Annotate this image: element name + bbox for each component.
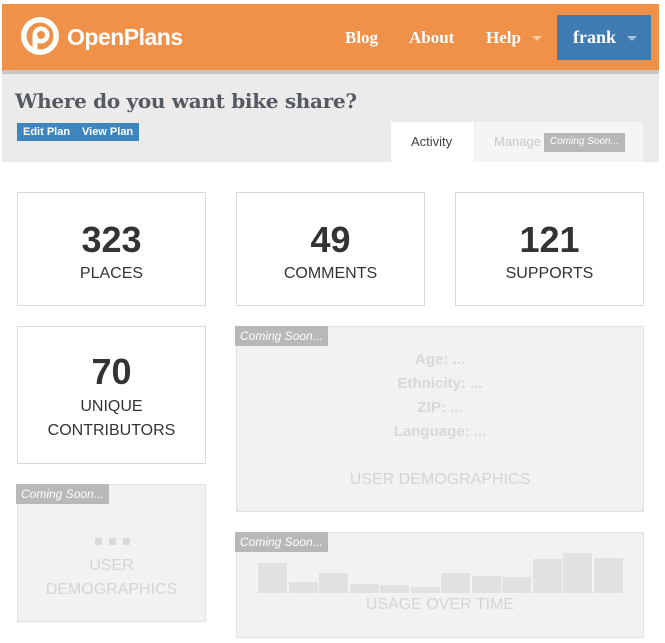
small-demographics-label-line1: USER	[89, 557, 134, 574]
view-plan-button[interactable]: View Plan	[76, 123, 140, 141]
openplans-logo-icon[interactable]	[20, 16, 60, 56]
ellipsis-dot	[123, 538, 130, 545]
usage-bar	[380, 585, 409, 593]
comments-stat-card: 49 COMMENTS	[236, 192, 425, 306]
user-demographics-card: Coming Soon... Age: ... Ethnicity: ... Z…	[235, 326, 644, 512]
small-demographics-label-line2: DEMOGRAPHICS	[45, 581, 178, 598]
plan-title: Where do you want bike share?	[15, 89, 357, 113]
supports-stat-card: 121 SUPPORTS	[455, 192, 644, 306]
tab-manage-label: Manage	[494, 134, 541, 149]
coming-soon-badge: Coming Soon...	[544, 133, 625, 152]
usage-bar	[502, 577, 531, 593]
usage-bar	[533, 559, 562, 593]
contributors-label-line1: UNIQUE	[80, 398, 143, 415]
ellipsis-dot	[109, 538, 116, 545]
brand-name[interactable]: OpenPlans	[67, 24, 183, 51]
contributors-stat-card: 70 UNIQUE CONTRIBUTORS	[17, 326, 206, 464]
user-chevron-down-icon	[627, 36, 637, 41]
tab-activity-label: Activity	[411, 134, 453, 149]
usage-bar	[350, 584, 379, 593]
help-chevron-down-icon[interactable]	[532, 36, 542, 41]
coming-soon-badge: Coming Soon...	[16, 484, 109, 504]
coming-soon-badge: Coming Soon...	[235, 326, 328, 346]
supports-count: 121	[519, 219, 580, 260]
coming-soon-badge: Coming Soon...	[235, 532, 328, 552]
usage-over-time-label: USAGE OVER TIME	[365, 596, 515, 613]
user-demographics-label: USER DEMOGRAPHICS	[349, 471, 531, 488]
user-menu-button[interactable]: frank	[557, 15, 651, 60]
usage-bar	[289, 582, 318, 593]
demographic-age: Age: ...	[414, 351, 465, 368]
page: OpenPlans Blog About Help frank Where do…	[0, 0, 665, 643]
usage-bar	[319, 573, 348, 593]
nav-help-link[interactable]: Help	[486, 28, 521, 48]
demographic-zip: ZIP: ...	[417, 399, 463, 416]
supports-label: SUPPORTS	[505, 265, 594, 282]
nav-about-link[interactable]: About	[409, 28, 454, 48]
usage-bar	[258, 563, 287, 593]
places-stat-card: 323 PLACES	[17, 192, 206, 306]
usage-over-time-card: Coming Soon... USAGE OVER TIME	[235, 532, 644, 638]
contributors-count: 70	[91, 351, 132, 392]
edit-plan-button[interactable]: Edit Plan	[17, 123, 77, 141]
comments-count: 49	[310, 219, 351, 260]
places-label: PLACES	[79, 265, 144, 282]
places-count: 323	[81, 219, 142, 260]
ellipsis-dot	[95, 538, 102, 545]
tab-manage: Manage Coming Soon...	[475, 122, 643, 162]
contributors-label-line2: CONTRIBUTORS	[47, 422, 176, 439]
tab-activity[interactable]: Activity	[391, 122, 474, 162]
demographic-language: Language: ...	[393, 423, 487, 440]
username: frank	[573, 27, 617, 47]
nav-blog-link[interactable]: Blog	[345, 28, 378, 48]
usage-bar	[441, 573, 470, 593]
demographic-ethnicity: Ethnicity: ...	[397, 375, 483, 392]
small-demographics-card: Coming Soon... USER DEMOGRAPHICS	[16, 484, 206, 622]
usage-bar	[472, 576, 501, 593]
usage-bar	[594, 558, 623, 593]
usage-bar	[563, 553, 592, 593]
comments-label: COMMENTS	[283, 265, 378, 282]
